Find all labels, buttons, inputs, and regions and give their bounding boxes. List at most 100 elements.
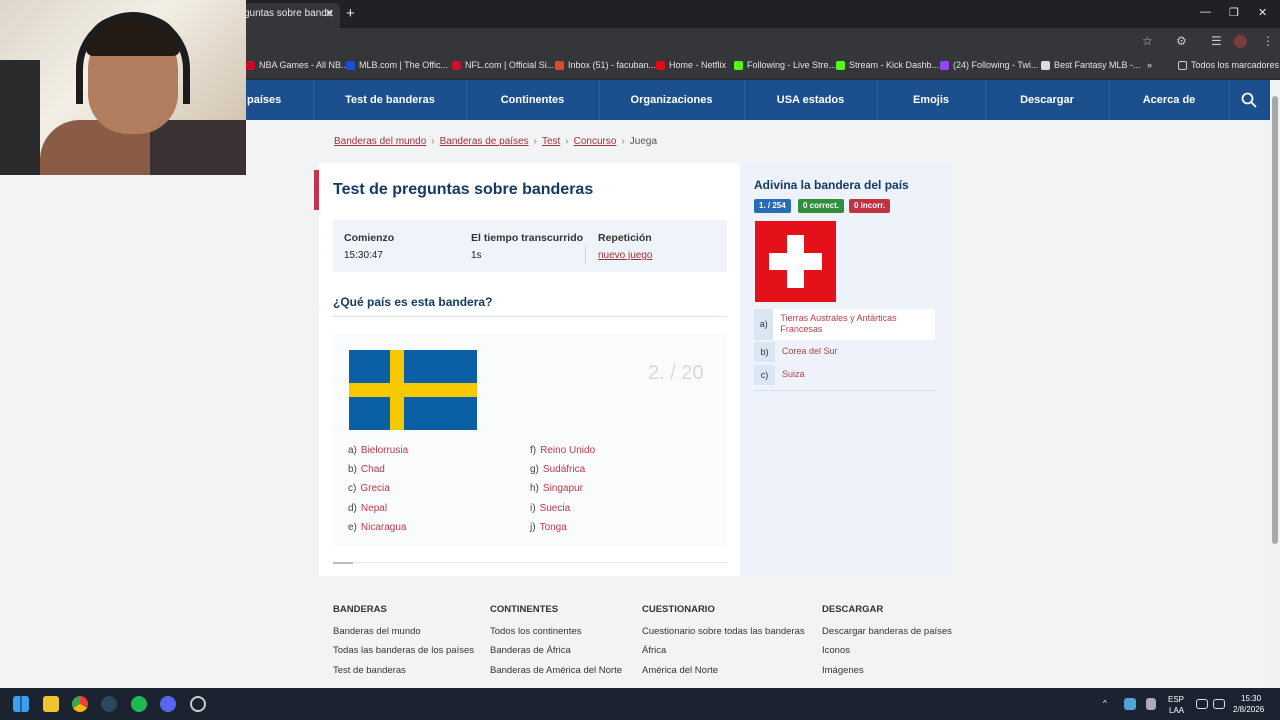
profile-avatar[interactable] [1234, 35, 1247, 48]
side-option[interactable]: b) Corea del Sur [754, 342, 844, 362]
clock-date[interactable]: 2/8/2026 [1233, 705, 1264, 714]
network-icon[interactable] [1196, 699, 1208, 709]
nav-item[interactable]: países [247, 80, 313, 120]
footer-link[interactable]: Banderas del mundo [333, 626, 421, 637]
answer-option[interactable]: a) Bielorrusia [348, 445, 408, 456]
tab-title: guntas sobre bande [244, 8, 333, 19]
answer-option-label[interactable]: Suecia [540, 503, 571, 514]
new-game-link[interactable]: nuevo juego [598, 250, 653, 261]
scrollbar-thumb[interactable] [1272, 96, 1278, 544]
tab-search-icon[interactable]: ☰ [1211, 34, 1222, 48]
footer-link[interactable]: Test de banderas [333, 665, 406, 676]
chrome-icon[interactable] [72, 696, 88, 712]
file-explorer-icon[interactable] [43, 696, 59, 712]
answer-option[interactable]: b) Chad [348, 464, 385, 475]
side-option[interactable]: c) Suiza [754, 365, 811, 385]
chevron-up-icon[interactable]: ^ [1103, 699, 1107, 708]
bookmark-favicon [734, 60, 743, 70]
nav-item[interactable]: Emojis [877, 80, 985, 120]
nav-item[interactable]: Organizaciones [599, 80, 744, 120]
answer-option[interactable]: c) Grecia [348, 483, 390, 494]
footer-link[interactable]: Banderas de América del Norte [490, 665, 622, 676]
star-icon[interactable]: ☆ [1142, 34, 1153, 48]
microphone-icon[interactable] [1146, 698, 1156, 710]
nav-item[interactable]: Descargar [985, 80, 1109, 120]
minimize-icon[interactable]: — [1200, 6, 1211, 18]
footer-link[interactable]: Iconos [822, 645, 850, 656]
start-value: 15:30:47 [344, 250, 383, 261]
footer-link[interactable]: América del Norte [642, 665, 718, 676]
question-text: ¿Qué país es esta bandera? [333, 295, 493, 309]
language-indicator[interactable]: ESP [1168, 695, 1184, 704]
answer-option-label[interactable]: Bielorrusia [361, 445, 408, 456]
answer-option-label[interactable]: Nicaragua [361, 522, 407, 533]
divider [333, 316, 727, 317]
bookmark-item[interactable]: Inbox (51) - facuban... [555, 60, 656, 70]
menu-icon[interactable]: ⋮ [1262, 34, 1274, 48]
bookmark-item[interactable]: Best Fantasy MLB -... [1041, 60, 1141, 70]
new-tab-button[interactable]: + [346, 5, 355, 22]
bookmark-item[interactable]: MLB.com | The Offic... [346, 60, 448, 70]
answer-option[interactable]: h) Singapur [530, 483, 583, 494]
footer-link[interactable]: Cuestionario sobre todas las banderas [642, 626, 805, 637]
breadcrumb: Banderas del mundo › Banderas de países › Te… [334, 136, 658, 147]
browser-tab[interactable]: guntas sobre bande [232, 3, 340, 28]
answer-option-label[interactable]: Nepal [361, 503, 387, 514]
correct-badge: 0 correct. [798, 199, 845, 213]
bookmark-item[interactable]: NBA Games - All NB... [246, 60, 349, 70]
answer-option-label[interactable]: Tonga [540, 522, 567, 533]
answer-option-label[interactable]: Sudáfrica [543, 464, 585, 475]
footer-link[interactable]: Imágenes [822, 665, 864, 676]
footer-heading: CONTINENTES [490, 604, 559, 615]
extensions-icon[interactable]: ⚙ [1176, 34, 1187, 48]
breadcrumb-link[interactable]: Concurso [574, 136, 617, 147]
discord-icon[interactable] [160, 696, 176, 712]
answer-option[interactable]: f) Reino Unido [530, 445, 595, 456]
bookmark-item[interactable]: NFL.com | Official Si... [452, 60, 554, 70]
answer-option[interactable]: i) Suecia [530, 503, 570, 514]
breadcrumb-link[interactable]: Banderas del mundo [334, 136, 426, 147]
game-info: Comienzo 15:30:47 El tiempo transcurrido… [333, 220, 727, 272]
answer-option-label[interactable]: Singapur [543, 483, 583, 494]
answer-option[interactable]: d) Nepal [348, 503, 387, 514]
bookmark-favicon [452, 60, 461, 70]
breadcrumb-current: Juega [629, 136, 658, 147]
side-option[interactable]: a) Tierras Australes y Antárticas France… [754, 309, 935, 340]
nav-item[interactable]: Continentes [466, 80, 599, 120]
answer-option-label[interactable]: Grecia [360, 483, 389, 494]
breadcrumb-link[interactable]: Test [542, 136, 560, 147]
bookmark-item[interactable]: (24) Following - Twi... [940, 60, 1038, 70]
bookmark-item[interactable]: Stream - Kick Dashb... [836, 60, 939, 70]
title-accent [314, 170, 319, 210]
answer-option[interactable]: j) Tonga [530, 522, 567, 533]
app-icon[interactable] [190, 696, 206, 712]
nav-item[interactable]: Acerca de [1109, 80, 1229, 120]
footer-link[interactable]: África [642, 645, 666, 656]
bookmark-item[interactable]: Following - Live Stre... [734, 60, 836, 70]
footer-link[interactable]: Descargar banderas de países [822, 626, 952, 637]
volume-icon[interactable] [1213, 699, 1225, 709]
answer-option-label[interactable]: Reino Unido [540, 445, 595, 456]
footer-link[interactable]: Banderas de África [490, 645, 571, 656]
breadcrumb-link[interactable]: Banderas de países [440, 136, 529, 147]
steam-icon[interactable] [101, 696, 117, 712]
answer-option[interactable]: e) Nicaragua [348, 522, 407, 533]
close-icon[interactable]: ✕ [325, 7, 334, 20]
windows-start-icon[interactable] [13, 696, 29, 712]
spotify-icon[interactable] [131, 696, 147, 712]
nav-item[interactable]: USA estados [744, 80, 877, 120]
clock-time[interactable]: 15:30 [1241, 694, 1261, 703]
bookmarks-more[interactable]: » [1147, 60, 1152, 70]
all-bookmarks[interactable]: Todos los marcadores [1178, 60, 1279, 70]
answer-option[interactable]: g) Sudáfrica [530, 464, 585, 475]
nav-item[interactable]: Test de banderas [314, 80, 466, 120]
footer-link[interactable]: Todos los continentes [490, 626, 581, 637]
answer-option-label[interactable]: Chad [361, 464, 385, 475]
search-icon[interactable] [1241, 92, 1257, 108]
bookmark-favicon [940, 60, 949, 70]
restore-icon[interactable]: ❐ [1229, 6, 1239, 19]
bookmark-item[interactable]: Home - Netflix [656, 60, 726, 70]
close-window-icon[interactable]: ✕ [1258, 6, 1267, 19]
tray-icon[interactable] [1124, 698, 1136, 710]
footer-link[interactable]: Todas las banderas de los países [333, 645, 474, 656]
